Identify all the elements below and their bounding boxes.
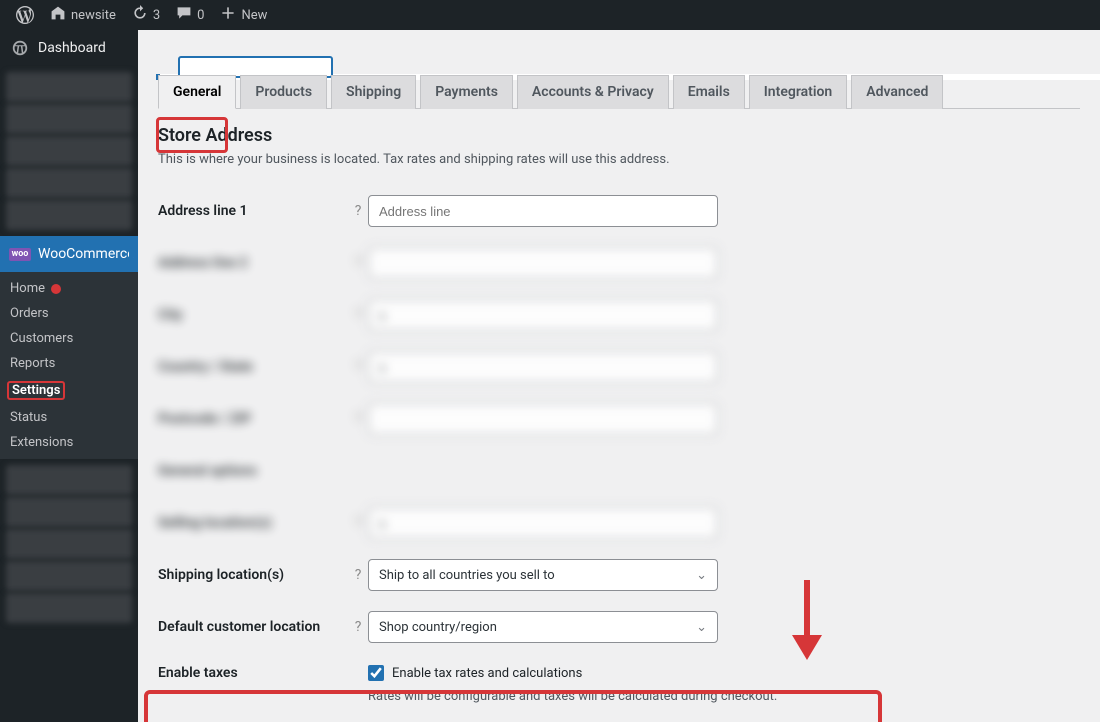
tab-advanced[interactable]: Advanced: [851, 75, 943, 109]
field-row-blurred: Address line 2?: [158, 237, 1080, 289]
admin-bar: newsite 3 0 New: [0, 0, 1100, 30]
field-row-blurred: Selling location(s)?: [158, 497, 1080, 549]
help-icon[interactable]: ?: [348, 567, 368, 583]
address1-input[interactable]: [368, 195, 718, 227]
enable-taxes-checkbox-label[interactable]: Enable tax rates and calculations: [368, 665, 777, 681]
refresh-icon: [132, 5, 148, 25]
submenu-item-settings[interactable]: Settings: [0, 376, 138, 405]
submenu-label: Status: [10, 410, 47, 425]
plus-icon: [220, 5, 236, 25]
woocommerce-submenu: Home Orders Customers Reports Settings S…: [0, 272, 138, 459]
admin-sidebar: Dashboard woo WooCommerce Home Orders Cu…: [0, 30, 138, 722]
settings-tabs: General Products Shipping Payments Accou…: [158, 74, 1080, 109]
new-link[interactable]: New: [212, 0, 275, 30]
submenu-item-orders[interactable]: Orders: [0, 301, 138, 326]
submenu-label: Extensions: [10, 435, 73, 450]
site-link[interactable]: newsite: [42, 0, 124, 30]
section-title: Store Address: [158, 125, 1080, 146]
tab-integration[interactable]: Integration: [749, 75, 847, 109]
submenu-label: Settings: [12, 383, 60, 398]
enable-taxes-desc: Rates will be configurable and taxes wil…: [368, 689, 777, 704]
dashboard-icon: [10, 38, 30, 58]
chevron-down-icon: ⌄: [696, 568, 707, 583]
field-row-blurred: General options: [158, 445, 1080, 497]
sidebar-blurred-group-1: [0, 66, 138, 236]
submenu-label: Customers: [10, 331, 73, 346]
checkbox-text: Enable tax rates and calculations: [392, 666, 582, 681]
field-label: Shipping location(s): [158, 567, 348, 583]
field-row-blurred: Country / State?: [158, 341, 1080, 393]
notification-dot: [51, 284, 61, 294]
wp-logo[interactable]: [8, 0, 42, 30]
select-value: Ship to all countries you sell to: [379, 568, 555, 583]
help-icon[interactable]: ?: [348, 203, 368, 219]
comments-count: 0: [197, 8, 204, 23]
default-location-select[interactable]: Shop country/region ⌄: [368, 611, 718, 643]
woocommerce-icon: woo: [10, 244, 30, 264]
field-row-address1: Address line 1 ?: [158, 185, 1080, 237]
field-row-shipping-locations: Shipping location(s) ? Ship to all count…: [158, 549, 1080, 601]
enable-taxes-checkbox[interactable]: [368, 665, 384, 681]
field-label: Enable taxes: [158, 665, 348, 681]
sidebar-item-woocommerce[interactable]: woo WooCommerce: [0, 236, 138, 272]
comment-icon: [176, 5, 192, 25]
submenu-item-home[interactable]: Home: [0, 276, 138, 301]
tab-general[interactable]: General: [158, 75, 236, 109]
submenu-item-customers[interactable]: Customers: [0, 326, 138, 351]
select-value: Shop country/region: [379, 620, 497, 635]
shipping-locations-select[interactable]: Ship to all countries you sell to ⌄: [368, 559, 718, 591]
tab-accounts[interactable]: Accounts & Privacy: [517, 75, 669, 109]
sidebar-blurred-group-2: [0, 459, 138, 629]
chevron-down-icon: ⌄: [696, 620, 707, 635]
field-row-default-location: Default customer location ? Shop country…: [158, 601, 1080, 653]
site-name: newsite: [71, 8, 116, 23]
new-label: New: [241, 8, 267, 23]
comments-link[interactable]: 0: [168, 0, 212, 30]
sidebar-item-dashboard[interactable]: Dashboard: [0, 30, 138, 66]
field-label: Default customer location: [158, 619, 348, 635]
tab-shipping[interactable]: Shipping: [331, 75, 416, 109]
field-row-blurred: Postcode / ZIP?: [158, 393, 1080, 445]
submenu-item-extensions[interactable]: Extensions: [0, 430, 138, 455]
sidebar-item-label: WooCommerce: [38, 246, 135, 262]
home-icon: [50, 5, 66, 25]
field-row-blurred: City?: [158, 289, 1080, 341]
field-label: Address line 1: [158, 203, 348, 219]
tab-payments[interactable]: Payments: [420, 75, 513, 109]
submenu-item-reports[interactable]: Reports: [0, 351, 138, 376]
sidebar-item-label: Dashboard: [38, 40, 106, 56]
highlight-box: Settings: [7, 381, 65, 400]
field-row-enable-taxes: Enable taxes Enable tax rates and calcul…: [158, 653, 1080, 705]
section-desc: This is where your business is located. …: [158, 152, 1080, 167]
updates-count: 3: [153, 8, 160, 23]
updates-link[interactable]: 3: [124, 0, 168, 30]
submenu-item-status[interactable]: Status: [0, 405, 138, 430]
help-icon[interactable]: ?: [348, 619, 368, 635]
submenu-label: Reports: [10, 356, 55, 371]
submenu-label: Home: [10, 281, 45, 296]
content-area: General Products Shipping Payments Accou…: [138, 30, 1100, 722]
submenu-label: Orders: [10, 306, 49, 321]
tab-products[interactable]: Products: [240, 75, 327, 109]
tab-emails[interactable]: Emails: [673, 75, 745, 109]
